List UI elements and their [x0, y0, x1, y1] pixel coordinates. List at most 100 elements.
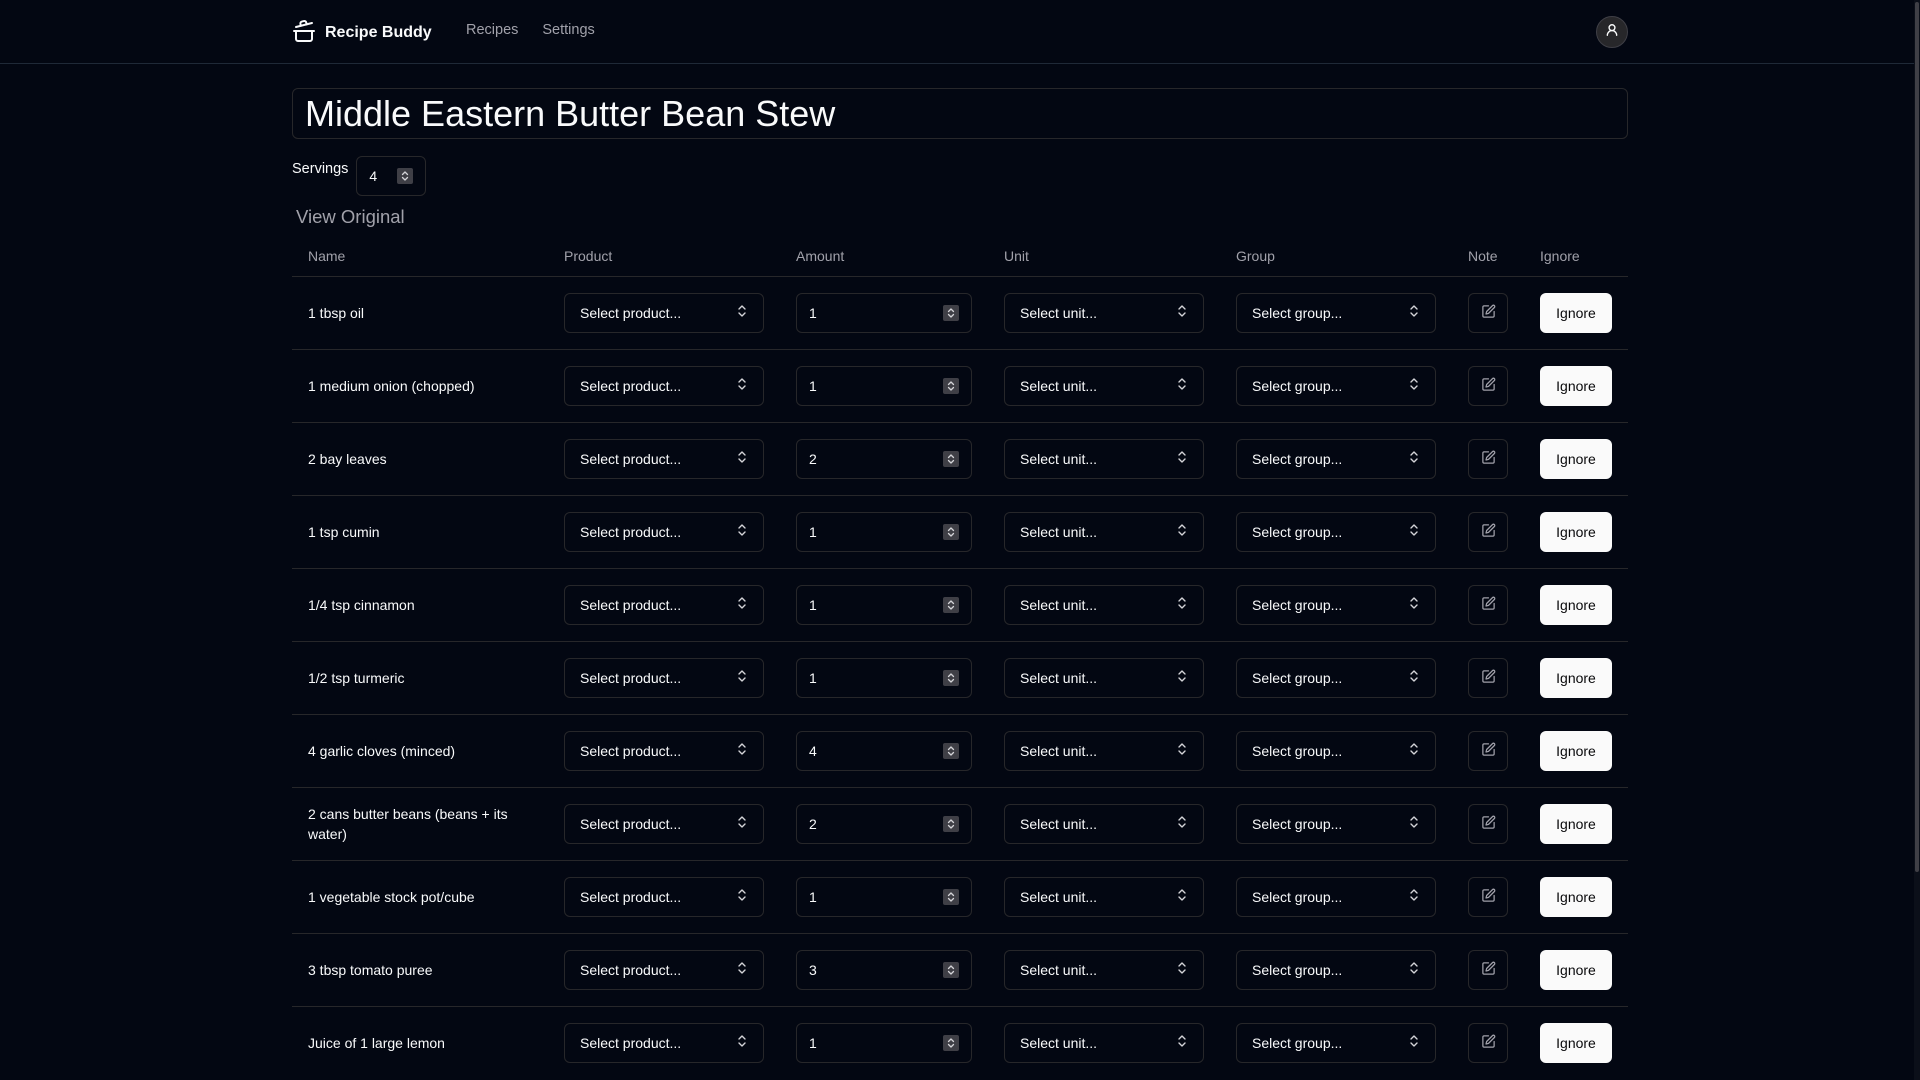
chevrons-up-down-icon [1408, 377, 1420, 394]
group-select[interactable]: Select group... [1236, 730, 1436, 771]
edit-note-button[interactable] [1468, 365, 1508, 406]
product-select[interactable]: Select product... [564, 730, 764, 771]
edit-note-button[interactable] [1468, 657, 1508, 698]
nav-link-recipes[interactable]: Recipes [466, 22, 518, 38]
number-stepper-icon[interactable] [943, 815, 959, 832]
group-select[interactable]: Select group... [1236, 365, 1436, 406]
unit-select[interactable]: Select unit... [1004, 292, 1204, 333]
cell-note [1452, 348, 1524, 422]
amount-input[interactable]: 1 [796, 365, 972, 406]
product-select-placeholder: Select product... [580, 596, 682, 613]
product-select[interactable]: Select product... [564, 1022, 764, 1063]
number-stepper-icon[interactable] [943, 523, 959, 540]
servings-input[interactable]: 4 [356, 156, 427, 196]
ignore-button[interactable]: Ignore [1540, 1022, 1612, 1063]
product-select-placeholder: Select product... [580, 304, 682, 321]
number-stepper-icon[interactable] [943, 961, 959, 978]
edit-note-button[interactable] [1468, 876, 1508, 917]
edit-note-icon [1481, 596, 1496, 614]
amount-input[interactable]: 3 [796, 949, 972, 990]
group-select-placeholder: Select group... [1252, 450, 1343, 467]
ignore-button[interactable]: Ignore [1540, 803, 1612, 844]
brand[interactable]: Recipe Buddy [292, 19, 432, 46]
unit-select[interactable]: Select unit... [1004, 1022, 1204, 1063]
amount-input[interactable]: 1 [796, 292, 972, 333]
cell-ignore: Ignore [1524, 421, 1628, 495]
unit-select[interactable]: Select unit... [1004, 584, 1204, 625]
unit-select[interactable]: Select unit... [1004, 949, 1204, 990]
group-select[interactable]: Select group... [1236, 511, 1436, 552]
amount-input[interactable]: 4 [796, 730, 972, 771]
product-select[interactable]: Select product... [564, 292, 764, 333]
amount-input[interactable]: 1 [796, 511, 972, 552]
product-select[interactable]: Select product... [564, 949, 764, 990]
number-stepper-icon[interactable] [943, 669, 959, 686]
group-select[interactable]: Select group... [1236, 1022, 1436, 1063]
ignore-button[interactable]: Ignore [1540, 292, 1612, 333]
edit-note-button[interactable] [1468, 292, 1508, 333]
edit-note-button[interactable] [1468, 584, 1508, 625]
ignore-button[interactable]: Ignore [1540, 949, 1612, 990]
amount-input[interactable]: 1 [796, 1022, 972, 1063]
group-select[interactable]: Select group... [1236, 584, 1436, 625]
ingredient-name: 2 cans butter beans (beans + its water) [308, 805, 508, 842]
group-select[interactable]: Select group... [1236, 292, 1436, 333]
product-select[interactable]: Select product... [564, 365, 764, 406]
group-select[interactable]: Select group... [1236, 803, 1436, 844]
edit-note-button[interactable] [1468, 1022, 1508, 1063]
number-stepper-icon[interactable] [943, 888, 959, 905]
edit-note-button[interactable] [1468, 511, 1508, 552]
number-stepper-icon[interactable] [943, 304, 959, 321]
amount-input[interactable]: 1 [796, 584, 972, 625]
product-select[interactable]: Select product... [564, 657, 764, 698]
nav-link-settings[interactable]: Settings [542, 22, 594, 38]
amount-input[interactable]: 2 [796, 438, 972, 479]
unit-select[interactable]: Select unit... [1004, 730, 1204, 771]
chevrons-up-down-icon [1408, 596, 1420, 613]
ignore-button[interactable]: Ignore [1540, 438, 1612, 479]
group-select[interactable]: Select group... [1236, 438, 1436, 479]
amount-input[interactable]: 1 [796, 876, 972, 917]
cell-product: Select product... [548, 421, 780, 495]
edit-note-button[interactable] [1468, 438, 1508, 479]
product-select[interactable]: Select product... [564, 584, 764, 625]
user-menu-button[interactable] [1596, 16, 1628, 48]
unit-select[interactable]: Select unit... [1004, 365, 1204, 406]
number-stepper-icon[interactable] [397, 168, 414, 184]
ignore-button[interactable]: Ignore [1540, 730, 1612, 771]
ignore-button[interactable]: Ignore [1540, 876, 1612, 917]
cell-name: Juice of 1 large lemon [292, 1005, 548, 1079]
cell-name: 1/2 tsp turmeric [292, 640, 548, 714]
recipe-title-input[interactable] [292, 88, 1628, 139]
product-select[interactable]: Select product... [564, 876, 764, 917]
amount-input[interactable]: 2 [796, 803, 972, 844]
ignore-button[interactable]: Ignore [1540, 657, 1612, 698]
product-select[interactable]: Select product... [564, 511, 764, 552]
group-select[interactable]: Select group... [1236, 657, 1436, 698]
ignore-button[interactable]: Ignore [1540, 511, 1612, 552]
group-select[interactable]: Select group... [1236, 876, 1436, 917]
product-select[interactable]: Select product... [564, 438, 764, 479]
number-stepper-icon[interactable] [943, 742, 959, 759]
product-select-placeholder: Select product... [580, 669, 682, 686]
number-stepper-icon[interactable] [943, 596, 959, 613]
product-select[interactable]: Select product... [564, 803, 764, 844]
edit-note-button[interactable] [1468, 949, 1508, 990]
number-stepper-icon[interactable] [943, 450, 959, 467]
unit-select[interactable]: Select unit... [1004, 657, 1204, 698]
cell-note [1452, 932, 1524, 1006]
unit-select[interactable]: Select unit... [1004, 876, 1204, 917]
edit-note-button[interactable] [1468, 730, 1508, 771]
unit-select[interactable]: Select unit... [1004, 438, 1204, 479]
number-stepper-icon[interactable] [943, 377, 959, 394]
view-original-link[interactable]: View Original [296, 206, 405, 228]
edit-note-button[interactable] [1468, 803, 1508, 844]
unit-select[interactable]: Select unit... [1004, 803, 1204, 844]
scrollbar-thumb[interactable] [1915, 2, 1919, 872]
group-select[interactable]: Select group... [1236, 949, 1436, 990]
ignore-button[interactable]: Ignore [1540, 584, 1612, 625]
number-stepper-icon[interactable] [943, 1034, 959, 1051]
amount-input[interactable]: 1 [796, 657, 972, 698]
unit-select[interactable]: Select unit... [1004, 511, 1204, 552]
ignore-button[interactable]: Ignore [1540, 365, 1612, 406]
